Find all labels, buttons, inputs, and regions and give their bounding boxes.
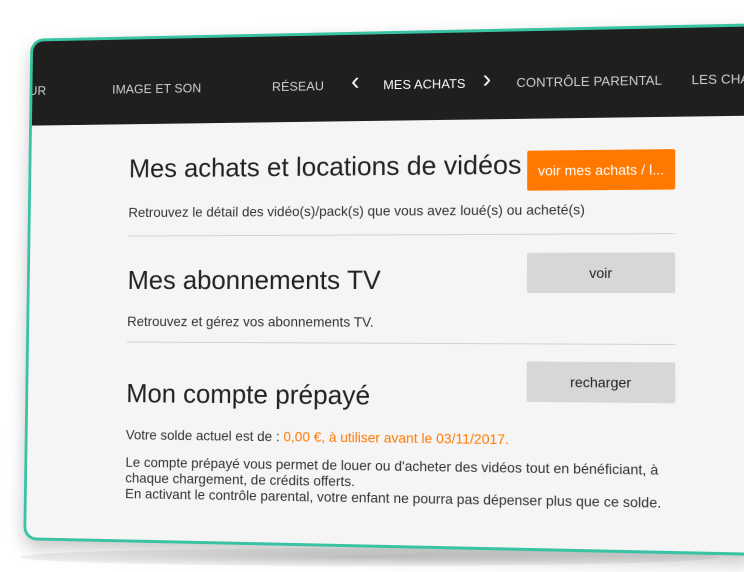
main-content: Mes achats et locations de vidéos voir m… [26, 116, 744, 553]
nav-item-mes-achats[interactable]: MES ACHATS [383, 76, 465, 92]
chevron-right-icon[interactable]: › [483, 64, 492, 94]
balance-value: 0,00 €, à utiliser avant le 03/11/2017. [283, 428, 509, 448]
section-divider [126, 341, 676, 346]
subscriptions-title: Mes abonnements TV [127, 265, 381, 295]
nav-item-image-et-son[interactable]: IMAGE ET SON [112, 81, 201, 97]
settings-nav-bar: UR IMAGE ET SON RÉSEAU ‹ MES ACHATS › CO… [29, 26, 744, 126]
nav-item-reseau[interactable]: RÉSEAU [272, 78, 324, 94]
prepaid-title: Mon compte prépayé [126, 378, 371, 411]
tv-device: UR IMAGE ET SON RÉSEAU ‹ MES ACHATS › CO… [23, 23, 744, 556]
tv-frame: UR IMAGE ET SON RÉSEAU ‹ MES ACHATS › CO… [23, 23, 744, 556]
purchases-title: Mes achats et locations de vidéos [128, 149, 522, 184]
prepaid-balance: Votre solde actuel est de : 0,00 €, à ut… [126, 427, 509, 448]
tv-scene: UR IMAGE ET SON RÉSEAU ‹ MES ACHATS › CO… [0, 0, 744, 572]
nav-item-controle-parental[interactable]: CONTRÔLE PARENTAL [516, 73, 662, 90]
subscriptions-description: Retrouvez et gérez vos abonnements TV. [127, 313, 374, 330]
purchases-description: Retrouvez le détail des vidéo(s)/pack(s)… [128, 201, 585, 221]
chevron-left-icon[interactable]: ‹ [351, 66, 360, 96]
tv-screen: UR IMAGE ET SON RÉSEAU ‹ MES ACHATS › CO… [26, 26, 744, 553]
recharge-button[interactable]: recharger [526, 361, 676, 404]
section-divider [128, 233, 676, 237]
prepaid-info-line-3: En activant le contrôle parental, votre … [125, 485, 662, 511]
view-purchases-button[interactable]: voir mes achats / l... [527, 149, 676, 191]
view-subscriptions-button[interactable]: voir [526, 252, 676, 294]
nav-item-les-chaines[interactable]: LES CHAÎNES [691, 71, 744, 88]
nav-item-partial[interactable]: UR [29, 83, 47, 98]
balance-prefix: Votre solde actuel est de : [125, 426, 284, 445]
